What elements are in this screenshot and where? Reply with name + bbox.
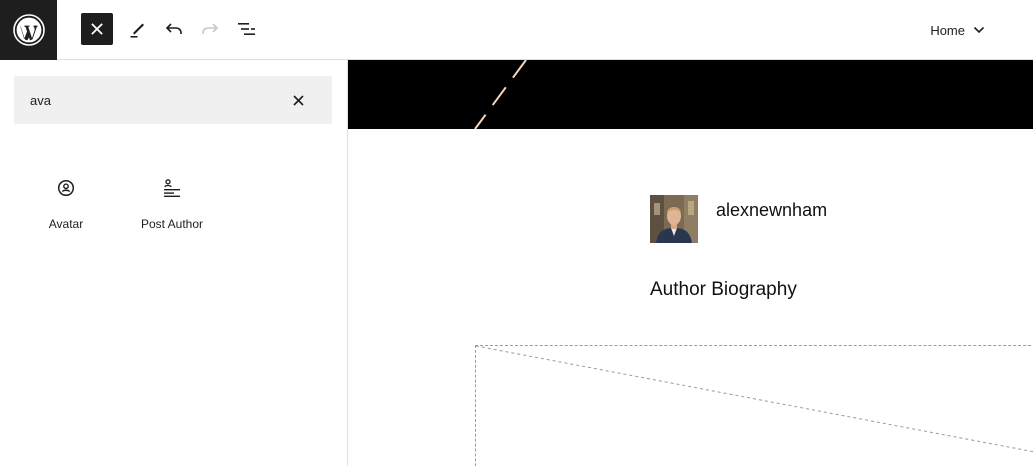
post-author-icon [160,176,184,200]
tools-button[interactable] [122,13,154,45]
block-search-input[interactable] [14,76,280,124]
editor-header: Home [0,0,1033,60]
clear-search-button[interactable] [290,92,306,108]
avatar-icon [54,176,78,200]
site-header-block[interactable] [348,60,1033,130]
list-view-button[interactable] [230,13,262,45]
pencil-icon [130,23,144,38]
post-author-name[interactable]: alexnewnham [716,200,827,221]
block-result-label: Avatar [48,217,84,231]
document-selector[interactable]: Home [930,20,985,40]
chevron-down-icon [973,26,985,34]
redo-icon [202,23,219,34]
editor-canvas[interactable]: alexnewnham Author Biography [348,60,1033,466]
close-icon [91,23,103,35]
document-title: Home [930,22,965,38]
author-avatar-image[interactable] [650,195,698,243]
decorative-line [474,60,527,130]
block-result-label: Post Author [140,217,204,231]
block-result-post-author[interactable]: Post Author [119,176,225,248]
undo-icon [165,23,182,34]
wordpress-logo-icon [12,14,45,46]
list-view-icon [238,23,255,35]
block-search [14,76,332,124]
placeholder-diagonal [476,346,1033,453]
block-inserter-panel: Avatar Post Author [0,60,348,466]
wordpress-logo-button[interactable] [0,0,57,60]
post-author-biography[interactable]: Author Biography [650,279,797,301]
block-result-avatar[interactable]: Avatar [13,176,119,248]
close-icon [292,94,304,106]
image-placeholder[interactable] [475,345,1033,466]
close-inserter-button[interactable] [81,13,113,45]
redo-button[interactable] [194,13,226,45]
undo-button[interactable] [158,13,190,45]
